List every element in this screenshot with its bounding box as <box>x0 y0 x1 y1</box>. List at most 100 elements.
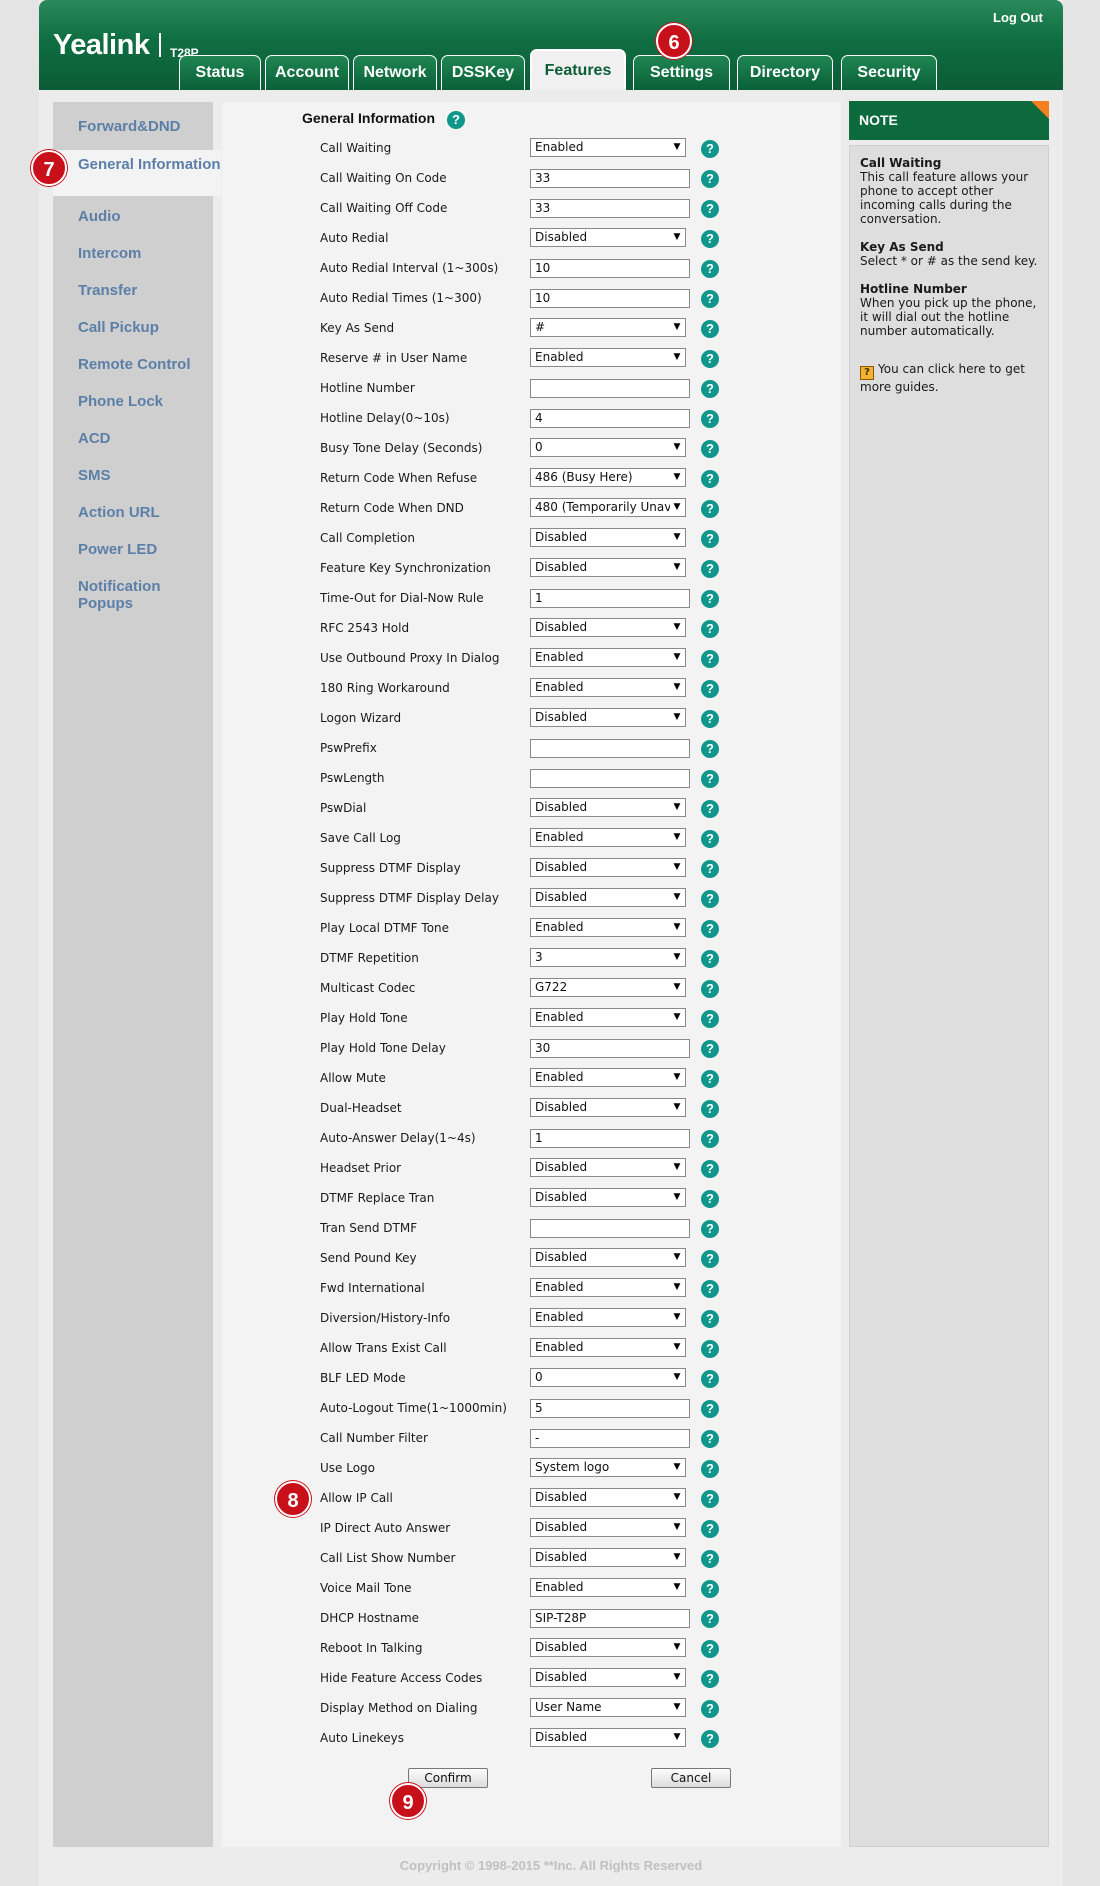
setting-dropdown[interactable]: Enabled ▼ <box>530 678 686 697</box>
help-icon[interactable]: ? <box>701 1400 719 1418</box>
setting-dropdown[interactable]: Disabled ▼ <box>530 228 686 247</box>
help-icon[interactable]: ? <box>701 230 719 248</box>
setting-dropdown[interactable]: Disabled ▼ <box>530 1518 686 1537</box>
help-icon[interactable]: ? <box>701 1070 719 1088</box>
help-icon[interactable]: ? <box>701 1010 719 1028</box>
setting-text-input[interactable] <box>530 739 690 758</box>
setting-dropdown[interactable]: Disabled ▼ <box>530 1158 686 1177</box>
help-icon[interactable]: ? <box>701 200 719 218</box>
tab-security[interactable]: Security <box>841 55 937 90</box>
sidebar-item-sms[interactable]: SMS <box>53 467 213 484</box>
setting-dropdown[interactable]: G722 ▼ <box>530 978 686 997</box>
help-icon[interactable]: ? <box>701 1370 719 1388</box>
help-icon[interactable]: ? <box>701 320 719 338</box>
setting-dropdown[interactable]: Enabled ▼ <box>530 348 686 367</box>
setting-dropdown[interactable]: # ▼ <box>530 318 686 337</box>
setting-dropdown[interactable]: Disabled ▼ <box>530 618 686 637</box>
help-icon[interactable]: ? <box>701 530 719 548</box>
help-icon[interactable]: ? <box>701 1700 719 1718</box>
sidebar-item-acd[interactable]: ACD <box>53 430 213 447</box>
help-icon[interactable]: ? <box>701 350 719 368</box>
help-icon[interactable]: ? <box>701 1670 719 1688</box>
setting-dropdown[interactable]: Enabled ▼ <box>530 1308 686 1327</box>
setting-dropdown[interactable]: Enabled ▼ <box>530 828 686 847</box>
help-icon[interactable]: ? <box>701 860 719 878</box>
setting-text-input[interactable]: 5 <box>530 1399 690 1418</box>
setting-dropdown[interactable]: Enabled ▼ <box>530 1278 686 1297</box>
sidebar-item-action-url[interactable]: Action URL <box>53 504 213 521</box>
setting-dropdown[interactable]: Disabled ▼ <box>530 558 686 577</box>
tab-dsskey[interactable]: DSSKey <box>441 55 525 90</box>
help-icon[interactable]: ? <box>701 650 719 668</box>
setting-dropdown[interactable]: Disabled ▼ <box>530 858 686 877</box>
sidebar-item-audio[interactable]: Audio <box>53 208 213 225</box>
setting-text-input[interactable]: 33 <box>530 199 690 218</box>
help-icon[interactable]: ? <box>701 800 719 818</box>
tab-network[interactable]: Network <box>353 55 437 90</box>
help-icon[interactable]: ? <box>701 710 719 728</box>
help-icon[interactable]: ? <box>701 1280 719 1298</box>
setting-dropdown[interactable]: Disabled ▼ <box>530 1548 686 1567</box>
help-icon[interactable]: ? <box>701 1490 719 1508</box>
tab-settings[interactable]: Settings <box>633 55 730 90</box>
setting-dropdown[interactable]: Disabled ▼ <box>530 708 686 727</box>
setting-text-input[interactable]: 1 <box>530 1129 690 1148</box>
help-icon[interactable]: ? <box>701 1460 719 1478</box>
help-icon[interactable]: ? <box>701 1580 719 1598</box>
help-icon[interactable]: ? <box>701 260 719 278</box>
help-icon[interactable]: ? <box>701 170 719 188</box>
setting-dropdown[interactable]: Disabled ▼ <box>530 1638 686 1657</box>
help-icon[interactable]: ? <box>701 290 719 308</box>
setting-dropdown[interactable]: 0 ▼ <box>530 438 686 457</box>
setting-dropdown[interactable]: User Name ▼ <box>530 1698 686 1717</box>
help-icon[interactable]: ? <box>701 770 719 788</box>
setting-dropdown[interactable]: Disabled ▼ <box>530 888 686 907</box>
setting-text-input[interactable]: SIP-T28P <box>530 1609 690 1628</box>
setting-text-input[interactable]: - <box>530 1429 690 1448</box>
setting-dropdown[interactable]: Disabled ▼ <box>530 798 686 817</box>
sidebar-item-power-led[interactable]: Power LED <box>53 541 213 558</box>
help-icon[interactable]: ? <box>701 440 719 458</box>
guide-link-text[interactable]: You can click here to get more guides. <box>860 362 1025 394</box>
sidebar-item-general-information[interactable]: General Information <box>53 150 221 196</box>
sidebar-item-intercom[interactable]: Intercom <box>53 245 213 262</box>
help-icon[interactable]: ? <box>701 1190 719 1208</box>
setting-dropdown[interactable]: Disabled ▼ <box>530 1488 686 1507</box>
tab-status[interactable]: Status <box>179 55 261 90</box>
help-icon[interactable]: ? <box>701 1040 719 1058</box>
help-icon[interactable]: ? <box>701 920 719 938</box>
help-icon[interactable]: ? <box>701 1610 719 1628</box>
help-icon[interactable]: ? <box>446 111 465 129</box>
setting-dropdown[interactable]: 3 ▼ <box>530 948 686 967</box>
setting-dropdown[interactable]: Enabled ▼ <box>530 138 686 157</box>
sidebar-item-phone-lock[interactable]: Phone Lock <box>53 393 213 410</box>
help-icon[interactable]: ? <box>701 1310 719 1328</box>
help-icon[interactable]: ? <box>701 1100 719 1118</box>
help-icon[interactable]: ? <box>701 890 719 908</box>
sidebar-item-notification-popups[interactable]: Notification Popups <box>53 578 203 612</box>
help-icon[interactable]: ? <box>701 1640 719 1658</box>
setting-text-input[interactable] <box>530 379 690 398</box>
sidebar-item-remote-control[interactable]: Remote Control <box>53 356 213 373</box>
setting-dropdown[interactable]: Enabled ▼ <box>530 1578 686 1597</box>
setting-dropdown[interactable]: Disabled ▼ <box>530 1248 686 1267</box>
help-icon[interactable]: ? <box>701 1220 719 1238</box>
confirm-button[interactable]: Confirm <box>408 1768 488 1788</box>
help-icon[interactable]: ? <box>701 560 719 578</box>
sidebar-item-forward-dnd[interactable]: Forward&DND <box>53 118 213 135</box>
help-icon[interactable]: ? <box>701 1730 719 1748</box>
help-icon[interactable]: ? <box>701 980 719 998</box>
setting-dropdown[interactable]: Enabled ▼ <box>530 1068 686 1087</box>
help-icon[interactable]: ? <box>701 740 719 758</box>
setting-dropdown[interactable]: Enabled ▼ <box>530 1008 686 1027</box>
setting-dropdown[interactable]: Disabled ▼ <box>530 1188 686 1207</box>
guide-link[interactable]: ? You can click here to get more guides. <box>860 362 1038 394</box>
setting-text-input[interactable]: 33 <box>530 169 690 188</box>
help-icon[interactable]: ? <box>701 1130 719 1148</box>
help-icon[interactable]: ? <box>701 1430 719 1448</box>
setting-text-input[interactable]: 10 <box>530 289 690 308</box>
help-icon[interactable]: ? <box>701 410 719 428</box>
setting-dropdown[interactable]: Disabled ▼ <box>530 528 686 547</box>
tab-directory[interactable]: Directory <box>737 55 833 90</box>
setting-dropdown[interactable]: Enabled ▼ <box>530 1338 686 1357</box>
